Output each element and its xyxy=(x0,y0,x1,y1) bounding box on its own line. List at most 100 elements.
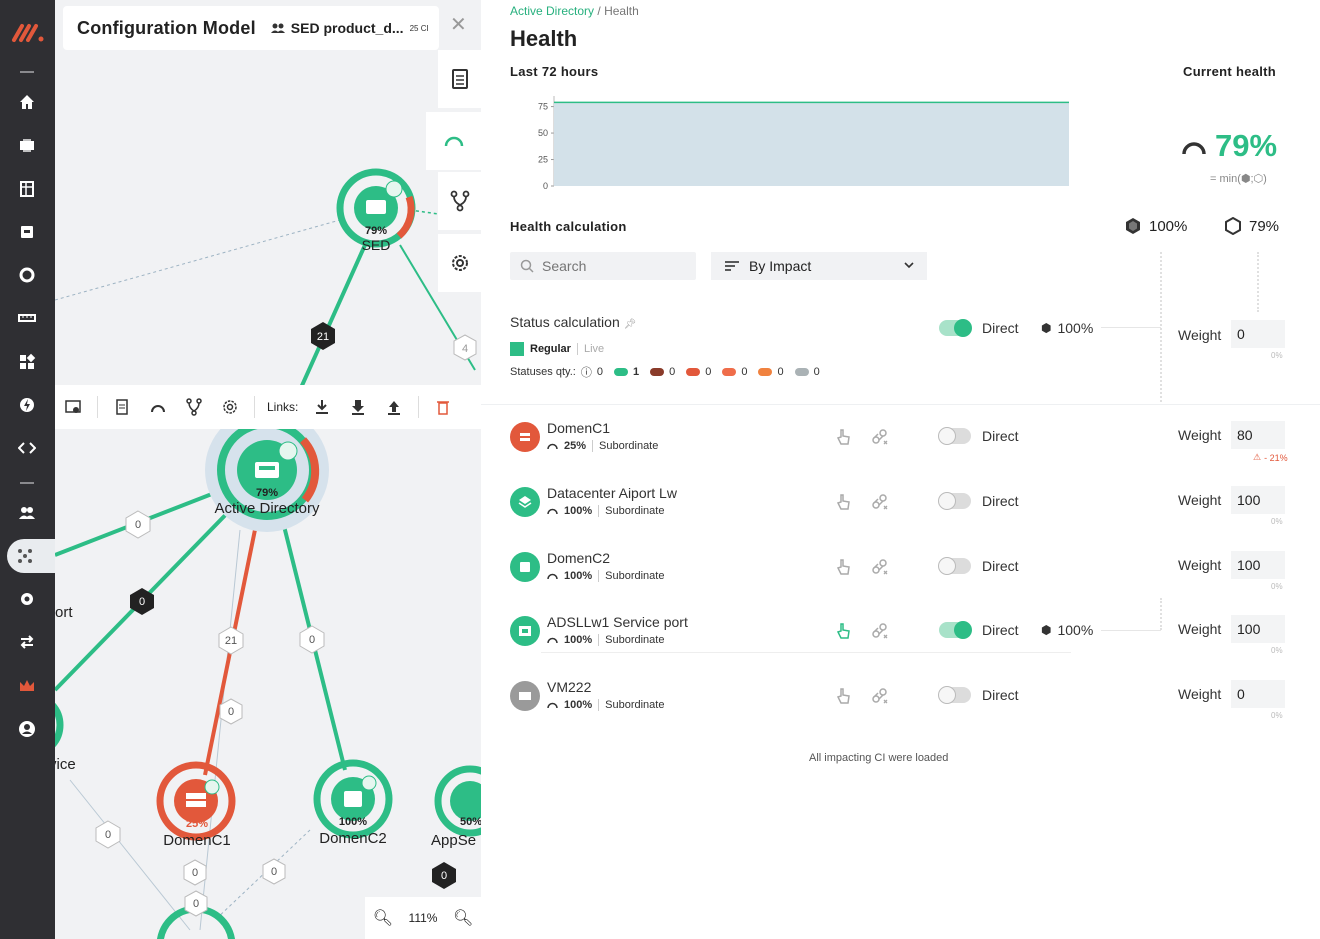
node-appse-label[interactable]: AppSe xyxy=(431,832,476,849)
zoom-controls: 🔍︎ 111% 🔍︎ xyxy=(365,897,481,939)
guide-line xyxy=(1101,327,1161,328)
settings-tool-2[interactable] xyxy=(219,396,241,418)
document-tool-2[interactable] xyxy=(111,396,133,418)
health-tool-2[interactable] xyxy=(147,396,169,418)
nav-table[interactable] xyxy=(14,176,40,202)
direct-toggle[interactable] xyxy=(938,686,971,704)
weight-input[interactable]: 0 xyxy=(1231,680,1285,708)
direct-toggle[interactable] xyxy=(939,621,972,639)
ci-name[interactable]: DomenC1 xyxy=(547,420,610,436)
nav-archive[interactable] xyxy=(14,219,40,245)
search-input[interactable] xyxy=(542,258,682,274)
settings-icon xyxy=(21,593,33,605)
delete-tool[interactable] xyxy=(432,396,454,418)
node-port-label[interactable]: ort xyxy=(55,604,73,621)
nav-home[interactable] xyxy=(14,89,40,115)
model-title-card: Configuration Model SED product_d... 25 … xyxy=(63,6,439,50)
status-weight-input[interactable]: 0 xyxy=(1231,320,1285,348)
links-down[interactable] xyxy=(347,396,369,418)
weight-input[interactable]: 100 xyxy=(1231,551,1285,579)
unlink-icon[interactable] xyxy=(871,687,889,705)
svg-text:0: 0 xyxy=(441,870,447,882)
status-pill-minor xyxy=(722,368,737,376)
branch-tool-2[interactable] xyxy=(183,396,205,418)
circle-icon xyxy=(19,267,35,283)
pin-icon[interactable]: 📌︎ xyxy=(624,319,637,330)
mode-live[interactable]: Live xyxy=(584,343,604,355)
unlink-icon[interactable] xyxy=(871,428,889,446)
node-domenc2-label[interactable]: DomenC2 xyxy=(308,830,398,847)
nav-widgets[interactable] xyxy=(14,349,40,375)
filled-hex-score: 100% xyxy=(1125,217,1187,235)
search-box[interactable] xyxy=(510,252,696,280)
health-gauge-icon xyxy=(547,508,558,515)
ci-meta: 25% Subordinate xyxy=(547,440,658,452)
direct-toggle[interactable] xyxy=(938,427,971,445)
nav-code[interactable] xyxy=(14,435,40,461)
dependency-graph[interactable]: 21 4 0 0 21 0 0 0 0 0 0 0 xyxy=(55,0,481,939)
chevron-down-icon xyxy=(904,262,914,269)
users-icon xyxy=(19,507,35,519)
ci-health: 100% xyxy=(564,699,593,711)
unlink-icon[interactable] xyxy=(871,622,889,640)
node-service-label[interactable]: vice xyxy=(55,756,76,773)
hand-pointer-icon[interactable] xyxy=(835,428,853,446)
current-health-value: 79% xyxy=(1215,128,1278,163)
ci-name[interactable]: VM222 xyxy=(547,679,591,695)
weight-input[interactable]: 80 xyxy=(1231,421,1285,449)
unlink-icon[interactable] xyxy=(871,493,889,511)
node-sed-label[interactable]: SED xyxy=(349,237,403,253)
ci-name[interactable]: Datacenter Aiport Lw xyxy=(547,485,677,501)
nav-grid[interactable] xyxy=(14,132,40,158)
status-weight-pct: 0% xyxy=(1271,351,1283,360)
unlink-icon[interactable] xyxy=(871,558,889,576)
ci-icon xyxy=(510,616,540,646)
nav-premium[interactable] xyxy=(14,673,40,699)
direct-toggle[interactable] xyxy=(938,557,971,575)
hand-pointer-icon[interactable] xyxy=(835,687,853,705)
ci-name[interactable]: ADSLLw1 Service port xyxy=(547,614,688,630)
branch-icon xyxy=(186,398,202,416)
hand-pointer-icon[interactable] xyxy=(835,558,853,576)
brand-logo[interactable] xyxy=(10,18,46,46)
nav-users[interactable] xyxy=(14,500,40,526)
settings-tool[interactable] xyxy=(438,234,481,292)
direct-toggle[interactable] xyxy=(938,492,971,510)
sort-select[interactable]: By Impact xyxy=(711,252,927,280)
nav-sync[interactable] xyxy=(14,629,40,655)
hand-pointer-icon[interactable] xyxy=(835,622,853,640)
links-up[interactable] xyxy=(383,396,405,418)
breadcrumb-link-ad[interactable]: Active Directory xyxy=(510,4,594,18)
weight-input[interactable]: 100 xyxy=(1231,615,1285,643)
hand-pointer-icon[interactable] xyxy=(835,493,853,511)
document-icon xyxy=(116,399,128,415)
status-direct-toggle[interactable] xyxy=(939,319,972,337)
svg-text:0: 0 xyxy=(139,596,145,608)
lightning-icon: ⓘ xyxy=(580,367,592,379)
ci-name[interactable]: DomenC2 xyxy=(547,550,610,566)
node-domenc1-label[interactable]: DomenC1 xyxy=(152,832,242,849)
branches-tool[interactable] xyxy=(438,172,481,230)
svg-text:0: 0 xyxy=(271,866,277,878)
close-icon[interactable]: ✕ xyxy=(450,12,467,37)
statuses-qty-label: Statuses qty.: xyxy=(510,366,576,378)
weight-label: Weight xyxy=(1178,621,1222,637)
document-tool[interactable] xyxy=(438,50,481,108)
nav-status[interactable] xyxy=(14,262,40,288)
health-tool[interactable] xyxy=(426,112,481,170)
links-down-all[interactable] xyxy=(311,396,333,418)
nav-account[interactable] xyxy=(14,716,40,742)
group-selector[interactable]: SED product_d... xyxy=(270,20,404,36)
weight-input[interactable]: 100 xyxy=(1231,486,1285,514)
view-tool[interactable] xyxy=(62,396,84,418)
group-icon xyxy=(270,23,285,33)
zoom-in-icon[interactable]: 🔍︎ xyxy=(453,908,473,928)
nav-ruler[interactable] xyxy=(14,305,40,331)
zoom-out-icon[interactable]: 🔍︎ xyxy=(373,908,393,928)
mode-regular[interactable]: Regular xyxy=(530,343,571,355)
nav-events[interactable] xyxy=(14,392,40,418)
node-ad-label[interactable]: Active Directory xyxy=(197,500,337,517)
graph-canvas[interactable]: 21 4 0 0 21 0 0 0 0 0 0 0 79% SED 79% Ac… xyxy=(55,0,481,939)
nav-settings[interactable] xyxy=(14,586,40,612)
nav-graph[interactable] xyxy=(7,539,55,573)
